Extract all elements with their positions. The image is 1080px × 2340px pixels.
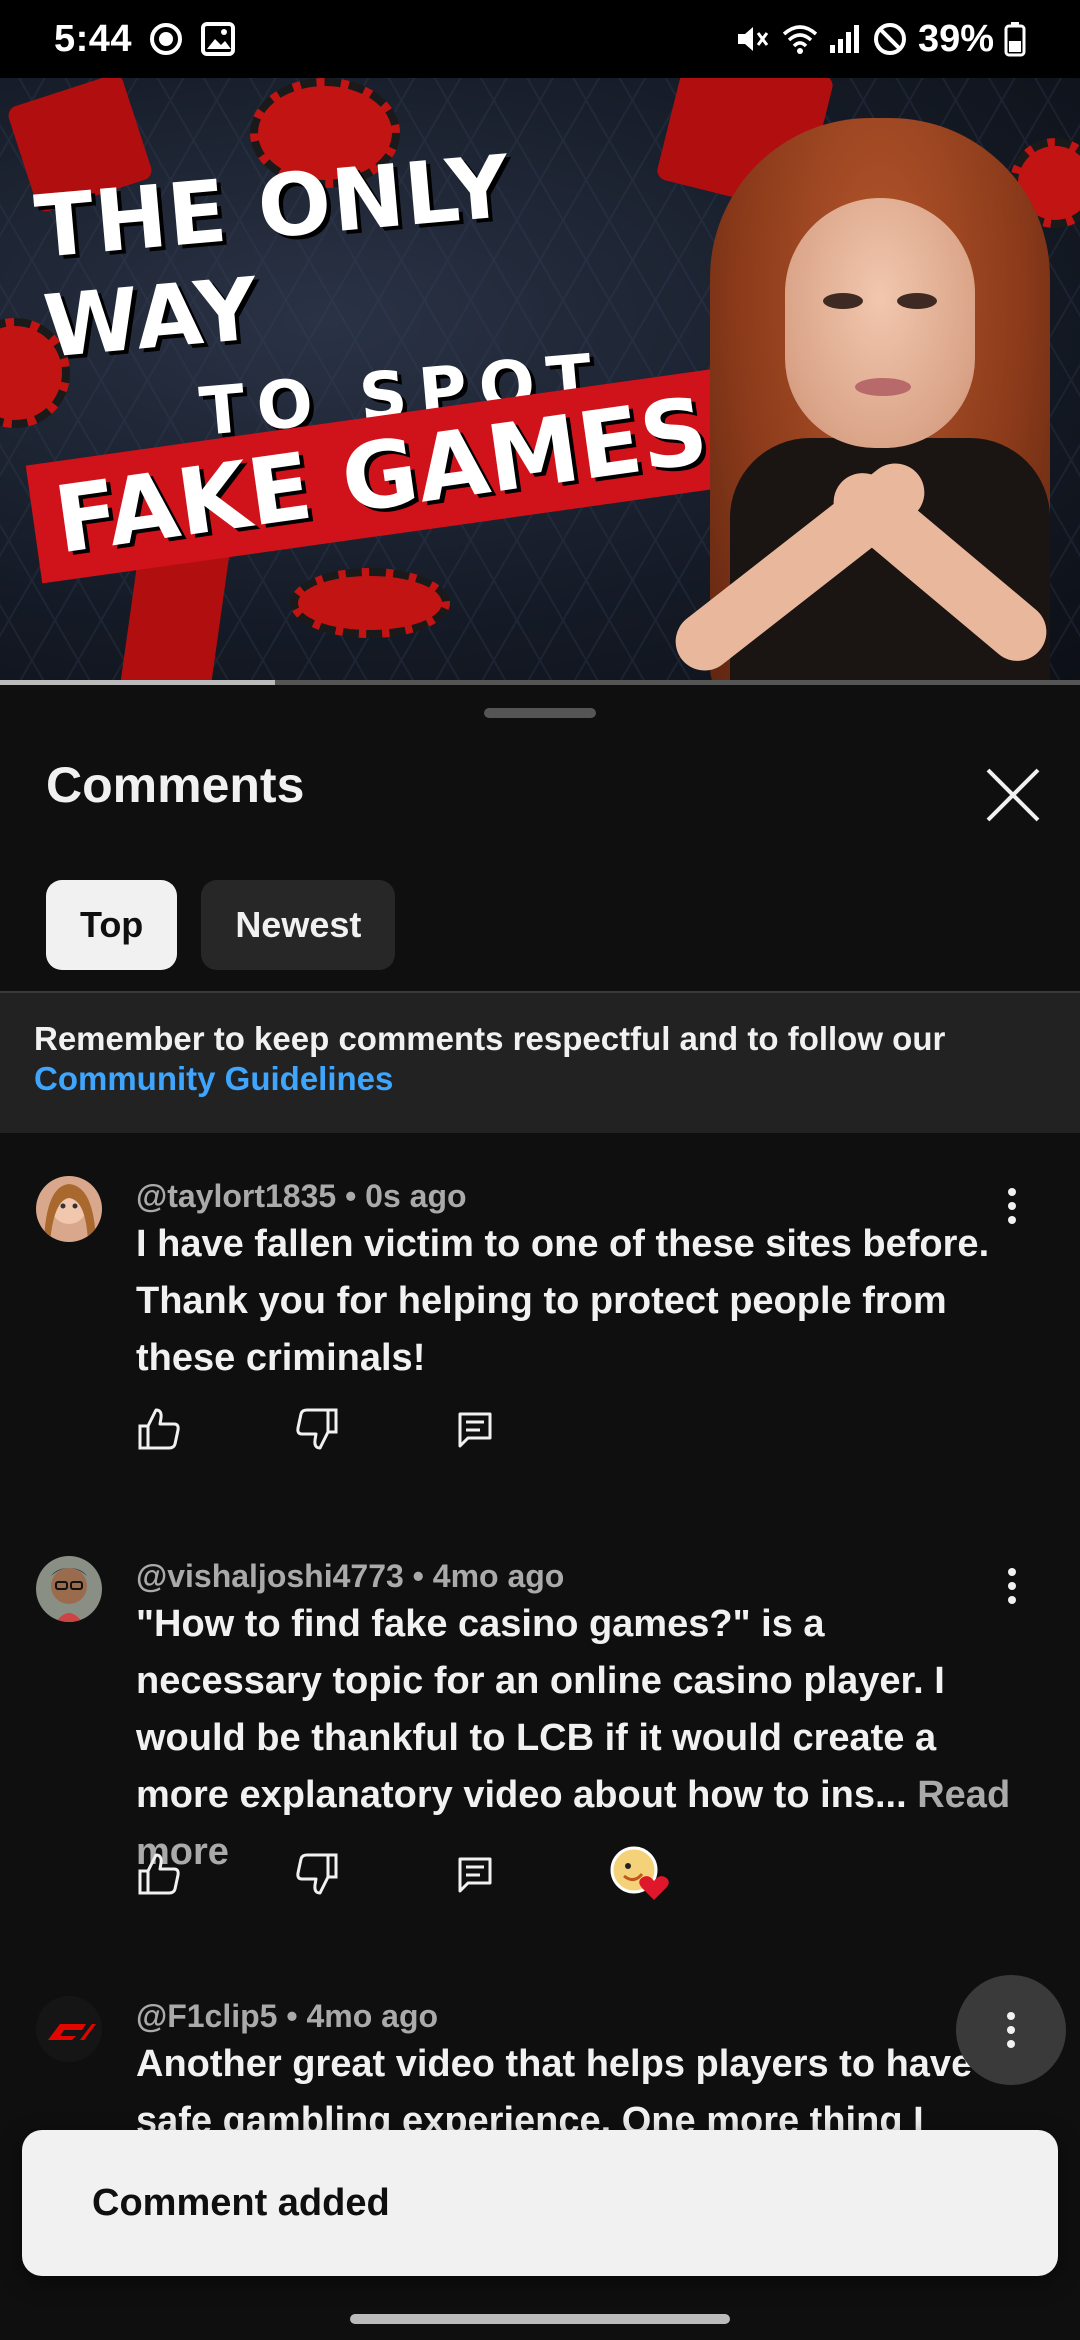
comment-actions	[136, 1406, 610, 1452]
video-progress-bar[interactable]	[0, 680, 1080, 685]
creator-heart-icon	[610, 1846, 669, 1900]
comment-body: "How to find fake casino games?" is a ne…	[136, 1603, 945, 1816]
avatar[interactable]	[36, 1176, 102, 1242]
video-player[interactable]: THE ONLY WAY TO SPOT FAKE GAMES	[0, 78, 1080, 683]
toast-message: Comment added	[92, 2181, 390, 2224]
reply-icon	[458, 1857, 492, 1893]
snackbar-toast: Comment added	[22, 2130, 1058, 2276]
tab-newest[interactable]: Newest	[201, 880, 396, 970]
comment-author[interactable]: @F1clip5	[136, 1998, 277, 2034]
comments-title: Comments	[46, 757, 305, 813]
like-button[interactable]	[136, 1851, 182, 1897]
status-bar: 5:44 39%	[0, 0, 1080, 78]
close-button[interactable]	[978, 760, 1048, 830]
notice-text: Remember to keep comments respectful and…	[34, 1020, 946, 1057]
wifi-icon	[780, 21, 818, 57]
do-not-disturb-icon	[872, 21, 908, 57]
thumbs-up-icon	[138, 1408, 180, 1450]
gesture-nav-bar[interactable]	[350, 2314, 730, 2324]
creator-heart-badge[interactable]	[610, 1844, 670, 1904]
comment-text: "How to find fake casino games?" is a ne…	[136, 1596, 1016, 1881]
floating-more-button[interactable]	[956, 1975, 1066, 2085]
thumbs-down-icon	[296, 1408, 338, 1450]
thumbs-up-icon	[138, 1853, 180, 1895]
comment-time: 0s ago	[365, 1178, 467, 1214]
dislike-button[interactable]	[294, 1406, 340, 1452]
reply-button[interactable]	[452, 1406, 498, 1452]
reply-icon	[458, 1412, 492, 1448]
comment-time: 4mo ago	[306, 1998, 439, 2034]
comment-author[interactable]: @vishaljoshi4773	[136, 1558, 404, 1594]
presenter-face	[785, 198, 975, 448]
comment-item: @F1clip5 • 4mo ago Another great video t…	[0, 1996, 1080, 2136]
avatar[interactable]	[36, 1556, 102, 1622]
community-guidelines-link[interactable]: Community Guidelines	[34, 1059, 1046, 1099]
comment-text: I have fallen victim to one of these sit…	[136, 1223, 990, 1379]
comment-meta: @F1clip5 • 4mo ago	[136, 1998, 438, 2035]
tab-top[interactable]: Top	[46, 880, 178, 970]
video-progress-fill	[0, 680, 276, 685]
comment-meta: @vishaljoshi4773 • 4mo ago	[136, 1558, 564, 1595]
status-time: 5:44	[54, 17, 133, 60]
signal-icon	[826, 21, 862, 57]
gallery-icon	[200, 21, 236, 57]
like-button[interactable]	[136, 1406, 182, 1452]
presenter-image	[663, 118, 1070, 683]
comment-author[interactable]: @taylort1835	[136, 1178, 336, 1214]
comment-text: Another great video that helps players t…	[136, 2043, 1004, 2136]
comment-actions	[136, 1844, 670, 1904]
meta-separator: •	[412, 1558, 433, 1594]
comments-sheet: Comments Top Newest Remember to keep com…	[0, 686, 1080, 2340]
more-vert-icon	[1007, 2012, 1015, 2048]
sync-icon	[148, 21, 184, 57]
thumbs-down-icon	[296, 1853, 338, 1895]
dislike-button[interactable]	[294, 1851, 340, 1897]
community-notice: Remember to keep comments respectful and…	[0, 993, 1080, 1133]
comment-time: 4mo ago	[432, 1558, 565, 1594]
mute-icon	[734, 21, 770, 57]
meta-separator: •	[345, 1178, 366, 1214]
reply-button[interactable]	[452, 1851, 498, 1897]
presenter-eye	[823, 293, 863, 309]
close-icon	[986, 768, 1040, 822]
f1-logo-icon	[36, 1996, 102, 2062]
battery-icon	[1004, 21, 1026, 57]
meta-separator: •	[286, 1998, 307, 2034]
battery-percent: 39%	[917, 17, 994, 60]
video-headline: THE ONLY WAY TO SPOT FAKE GAMES	[25, 137, 760, 584]
drag-handle[interactable]	[484, 708, 596, 718]
presenter-eye	[897, 293, 937, 309]
avatar[interactable]	[36, 1996, 102, 2062]
comment-meta: @taylort1835 • 0s ago	[136, 1178, 467, 1215]
presenter-lips	[855, 378, 911, 396]
sort-tabs: Top Newest	[46, 880, 396, 970]
